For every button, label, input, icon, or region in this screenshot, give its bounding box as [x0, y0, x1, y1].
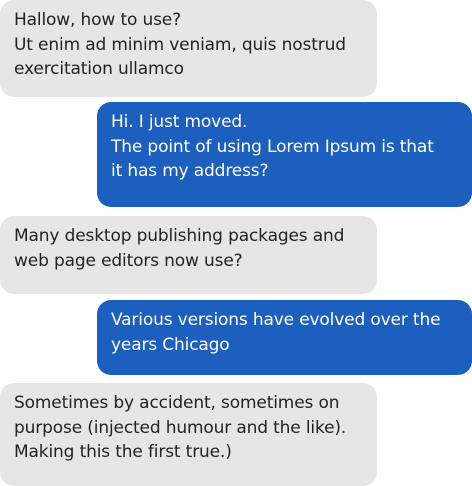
message-text-line: The point of using Lorem Ipsum is that [111, 136, 434, 157]
incoming-message-bubble[interactable]: Sometimes by accident, sometimes on purp… [0, 383, 377, 486]
message-text-line: web page editors now use? [14, 250, 243, 271]
message-text-line: Making this the first true.) [14, 442, 232, 462]
message-text-line: Many desktop publishing packages and [14, 226, 345, 246]
message-text-line: Hi. I just moved. [111, 112, 248, 132]
message-text-line: Hallow, how to use? [14, 10, 181, 30]
outgoing-message-bubble[interactable]: Various versions have evolved over the y… [97, 300, 472, 375]
outgoing-message-bubble[interactable]: Hi. I just moved. The point of using Lor… [97, 102, 472, 207]
message-text-line: years Chicago [111, 334, 230, 355]
message-text-line: Sometimes by accident, sometimes on [14, 393, 340, 413]
message-text-line: Various versions have evolved over the [111, 310, 441, 330]
incoming-message-bubble[interactable]: Many desktop publishing packages and web… [0, 216, 377, 294]
message-text-line: it has my address? [111, 161, 269, 181]
message-text-line: Ut enim ad minim veniam, quis nostrud [14, 34, 346, 55]
message-text-line: purpose (injected humour and the like). [14, 417, 347, 438]
chat-thread: Hallow, how to use? Ut enim ad minim ven… [0, 0, 472, 486]
message-text-line: exercitation ullamco [14, 59, 184, 79]
incoming-message-bubble[interactable]: Hallow, how to use? Ut enim ad minim ven… [0, 0, 377, 97]
